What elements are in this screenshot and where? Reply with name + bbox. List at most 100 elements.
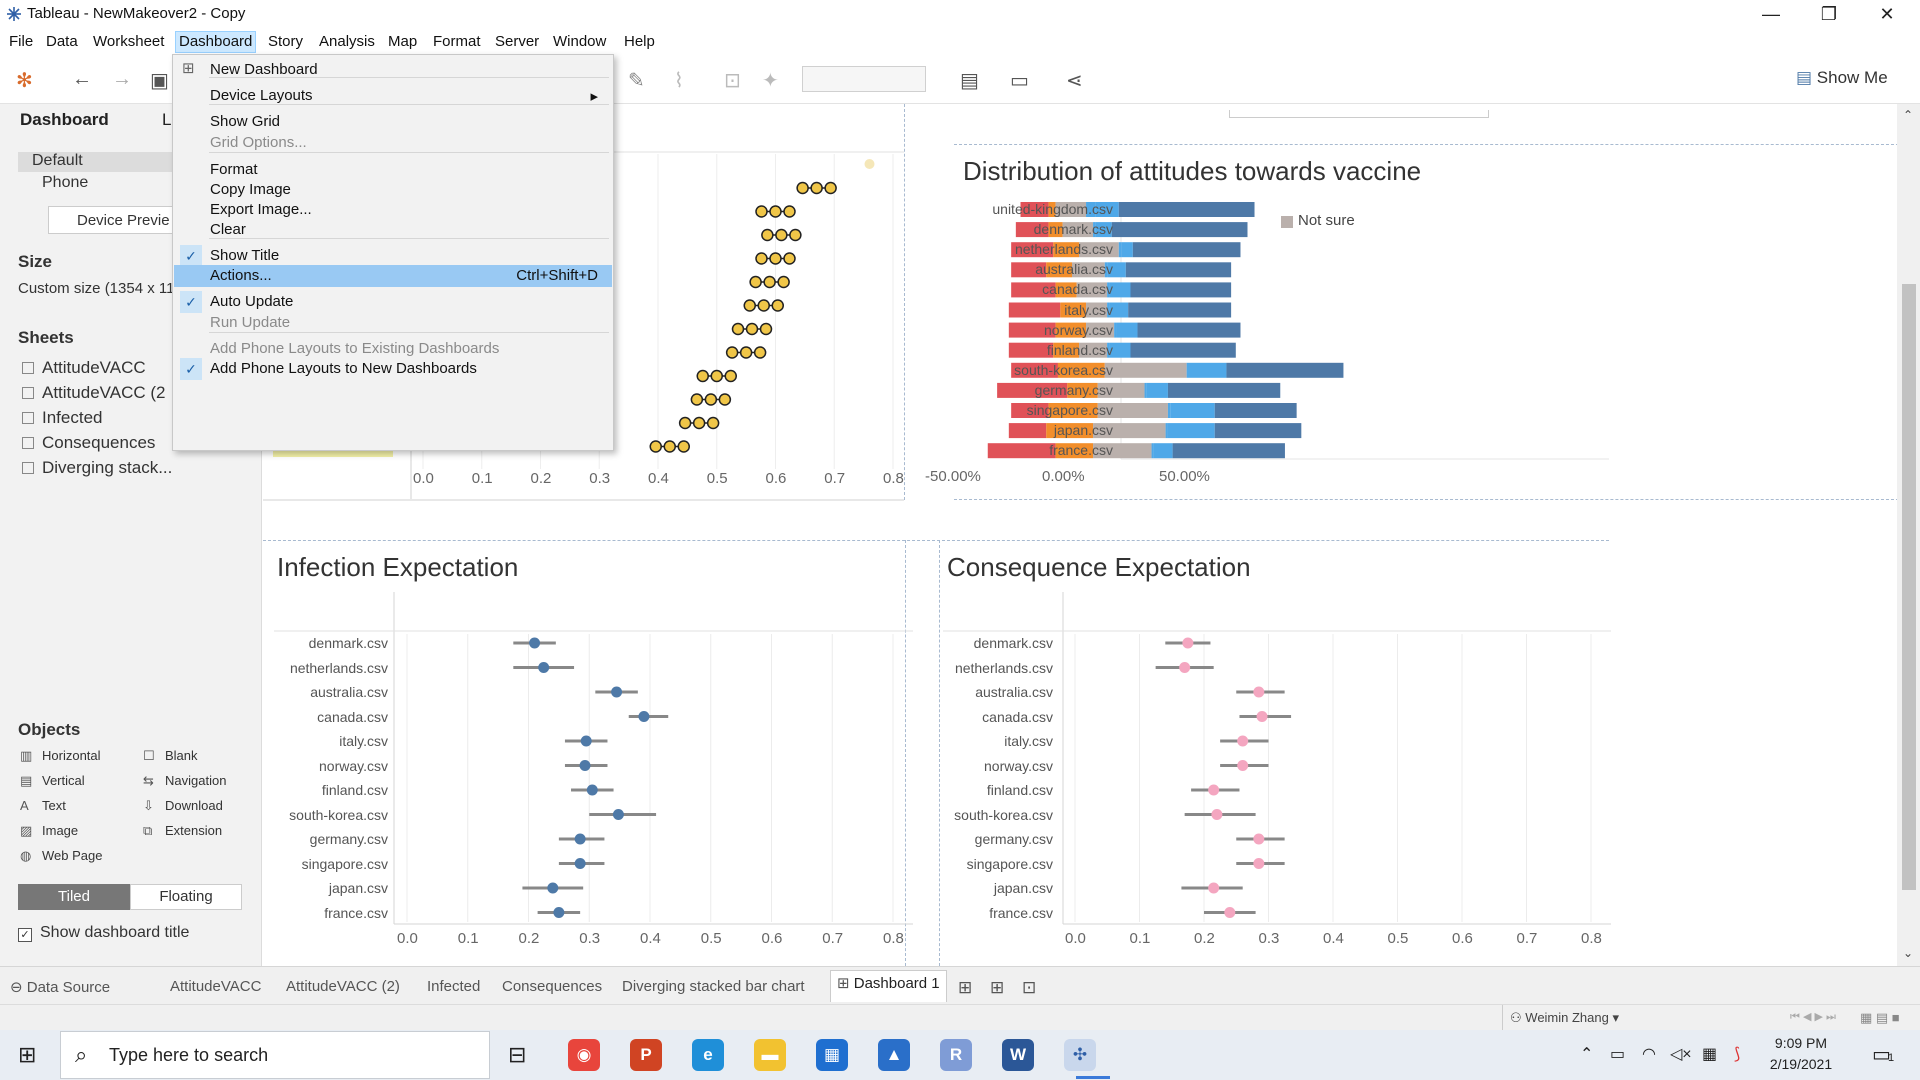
data-point[interactable] <box>1253 858 1265 869</box>
r-app-icon[interactable]: R <box>940 1039 972 1071</box>
data-point[interactable] <box>1256 711 1268 722</box>
tray-chevron-icon[interactable]: ⌃ <box>1580 1044 1593 1064</box>
new-worksheet-icon[interactable]: ⊞ <box>958 978 972 998</box>
bar-segment[interactable] <box>1125 262 1232 278</box>
scroll-down-icon[interactable]: ⌄ <box>1903 946 1913 960</box>
bar-segment[interactable] <box>1151 443 1154 459</box>
data-point[interactable] <box>678 416 692 430</box>
menu-window[interactable]: Window <box>550 33 609 50</box>
tab-layout[interactable]: L <box>162 110 171 130</box>
redo-icon[interactable]: → <box>112 68 132 91</box>
tableau-home-icon[interactable]: ✻ <box>16 68 33 93</box>
menu-dashboard[interactable]: Dashboard <box>175 31 257 53</box>
new-dashboard-icon[interactable]: ⊞ <box>990 978 1004 998</box>
floating-button[interactable]: Floating <box>130 884 242 910</box>
scrollbar-thumb[interactable] <box>1902 284 1916 890</box>
data-point[interactable] <box>553 907 565 918</box>
photos-app-icon[interactable]: ▲ <box>878 1039 910 1071</box>
show-title-checkbox[interactable]: ✓ Show dashboard title <box>18 924 189 942</box>
word-app-icon[interactable]: W <box>1002 1039 1034 1071</box>
clock-date[interactable]: 2/19/2021 <box>1756 1056 1846 1072</box>
bar-segment[interactable] <box>1128 302 1232 318</box>
bar-segment[interactable] <box>1172 443 1285 459</box>
data-point[interactable] <box>1182 637 1194 649</box>
menu-item-actions[interactable]: Actions... Ctrl+Shift+D <box>174 265 612 287</box>
data-point[interactable] <box>638 711 650 722</box>
bar-segment[interactable] <box>1189 362 1227 378</box>
data-point[interactable] <box>1208 882 1220 894</box>
object-extension[interactable]: ⧉ Extension <box>143 823 222 839</box>
restore-button[interactable]: ❐ <box>1800 0 1858 30</box>
data-point[interactable] <box>574 858 586 869</box>
data-point[interactable] <box>706 416 720 430</box>
bar-segment[interactable] <box>1111 222 1248 238</box>
keyboard-icon[interactable]: ▦ <box>1702 1044 1717 1064</box>
data-point[interactable] <box>1237 760 1249 771</box>
data-point[interactable] <box>783 252 796 265</box>
menu-item-format[interactable]: Format <box>174 159 612 181</box>
tableau-app-icon[interactable]: ✣ <box>1064 1039 1096 1071</box>
label-icon[interactable]: ⊡ <box>724 68 741 93</box>
bar-segment[interactable] <box>1167 403 1171 418</box>
bar-segment[interactable] <box>1118 202 1255 217</box>
edge-app-icon[interactable]: e <box>692 1039 724 1071</box>
data-point[interactable] <box>1224 907 1236 918</box>
data-point[interactable] <box>749 275 762 289</box>
data-point[interactable] <box>753 346 767 359</box>
tab-diverging[interactable]: Diverging stacked bar chart <box>622 978 805 995</box>
menu-file[interactable]: File <box>6 33 36 50</box>
sheet-item[interactable]: AttitudeVACC (2 <box>22 383 165 403</box>
close-button[interactable]: ✕ <box>1858 0 1916 30</box>
menu-format[interactable]: Format <box>430 33 484 50</box>
menu-item-clear[interactable]: Clear <box>174 219 612 241</box>
data-point[interactable] <box>1179 662 1191 673</box>
chrome-app-icon[interactable]: ◉ <box>568 1039 600 1071</box>
bar-segment[interactable] <box>1132 242 1241 258</box>
bar-segment[interactable] <box>1121 242 1133 258</box>
data-point[interactable] <box>538 662 550 673</box>
data-point[interactable] <box>574 833 586 845</box>
data-point[interactable] <box>724 369 737 383</box>
undo-icon[interactable]: ← <box>72 68 92 91</box>
tab-consequences[interactable]: Consequences <box>502 978 602 995</box>
data-point[interactable] <box>1211 809 1223 820</box>
data-point[interactable] <box>745 322 759 336</box>
bar-segment[interactable] <box>1226 362 1344 378</box>
tiled-button[interactable]: Tiled <box>18 884 130 910</box>
data-point[interactable] <box>775 228 788 242</box>
bar-segment[interactable] <box>1130 282 1232 298</box>
menu-item-show-grid[interactable]: Show Grid <box>174 111 612 133</box>
data-point[interactable] <box>692 416 706 430</box>
size-dropdown[interactable]: Custom size (1354 x 11 <box>18 280 174 297</box>
save-icon[interactable]: ▣ <box>150 68 169 93</box>
show-me-button[interactable]: ▤ Show Me <box>1796 68 1888 88</box>
presentation-icon[interactable]: ▭ <box>1010 68 1029 93</box>
bar-segment[interactable] <box>1130 342 1236 358</box>
volume-icon[interactable]: ◁× <box>1670 1044 1692 1064</box>
menu-help[interactable]: Help <box>621 33 658 50</box>
bar-segment[interactable] <box>1167 382 1281 398</box>
powerpoint-app-icon[interactable]: P <box>630 1039 662 1071</box>
data-point[interactable] <box>824 181 837 195</box>
bar-segment[interactable] <box>1170 403 1215 418</box>
new-story-icon[interactable]: ⊡ <box>1022 978 1036 998</box>
data-point[interactable] <box>769 252 782 265</box>
data-point[interactable] <box>759 322 773 336</box>
data-point[interactable] <box>725 346 739 359</box>
file-explorer-app-icon[interactable]: ▬ <box>754 1039 786 1071</box>
highlight-icon[interactable]: ✎ <box>628 68 645 93</box>
data-point[interactable] <box>1208 784 1220 796</box>
data-point[interactable] <box>755 205 768 218</box>
bar-segment[interactable] <box>1118 242 1122 258</box>
bar-segment[interactable] <box>1144 382 1147 398</box>
data-point[interactable] <box>743 299 756 312</box>
data-point[interactable] <box>677 440 690 453</box>
bar-segment[interactable] <box>1114 322 1117 338</box>
menu-item-add-phone-layouts-to-new-dashboards[interactable]: ✓ Add Phone Layouts to New Dashboards <box>174 358 612 380</box>
wifi-icon[interactable]: ◠ <box>1642 1044 1656 1064</box>
data-point[interactable] <box>580 735 592 747</box>
bar-segment[interactable] <box>1186 362 1189 378</box>
pin-icon[interactable]: ✦ <box>762 68 779 93</box>
bar-segment[interactable] <box>1137 322 1241 338</box>
data-point[interactable] <box>761 228 774 242</box>
